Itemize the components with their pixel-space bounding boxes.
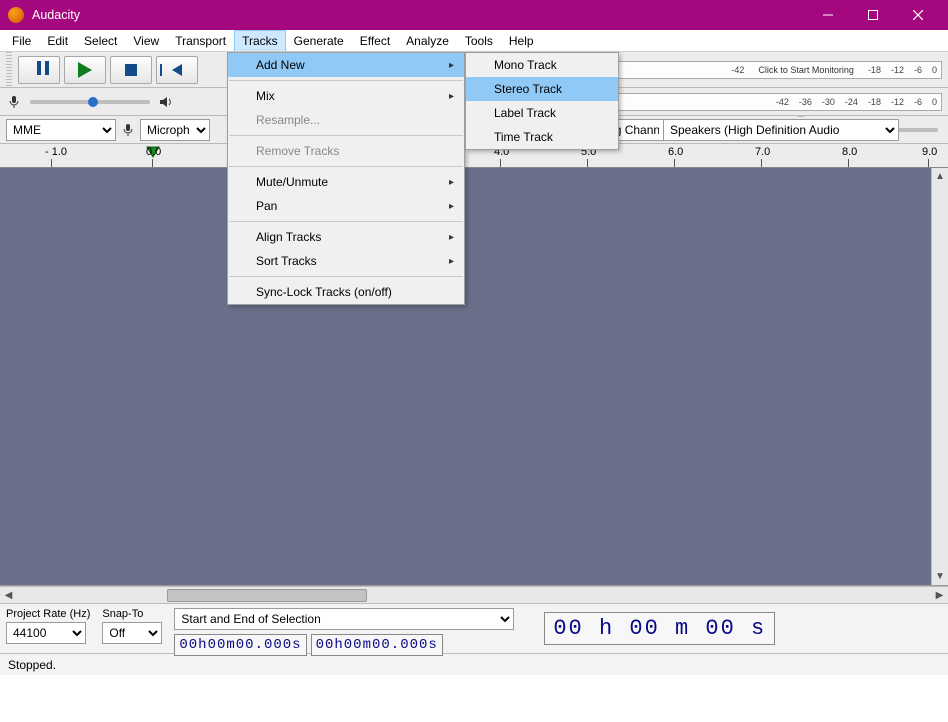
pause-icon	[37, 61, 41, 78]
tracks-menu[interactable]: Add New▸ Mix▸Resample... Remove Tracks Mute…	[227, 52, 465, 305]
mic-icon	[120, 122, 136, 138]
menu-item[interactable]: Sort Tracks▸	[228, 249, 464, 273]
scroll-down-icon[interactable]: ▼	[932, 568, 948, 585]
skip-start-icon	[172, 64, 182, 76]
selection-toolbar: Project Rate (Hz) 44100 Snap-To Off Star…	[0, 603, 948, 653]
selection-mode-select[interactable]: Start and End of Selection	[174, 608, 514, 630]
stop-icon	[125, 64, 137, 76]
menu-item[interactable]: Align Tracks▸	[228, 225, 464, 249]
window-title: Audacity	[32, 8, 805, 22]
audio-host-select[interactable]: MME	[6, 119, 116, 141]
menu-item: Remove Tracks	[228, 139, 464, 163]
recording-volume-slider[interactable]	[26, 100, 154, 104]
toolbar-grip[interactable]	[6, 52, 12, 87]
pause-button[interactable]	[18, 56, 60, 84]
statusbar: Stopped.	[0, 653, 948, 675]
project-rate-select[interactable]: 44100	[6, 622, 86, 644]
play-button[interactable]	[64, 56, 106, 84]
snap-to-select[interactable]: Off	[102, 622, 162, 644]
meter-tick: -18	[868, 65, 881, 75]
horizontal-scrollbar[interactable]: ◀ ▶	[0, 586, 948, 603]
scroll-up-icon[interactable]: ▲	[932, 168, 948, 185]
mic-icon	[6, 94, 22, 110]
meter-tick: -30	[822, 97, 835, 107]
ruler-tick: 6.0	[668, 146, 683, 158]
meter-tick: -12	[891, 97, 904, 107]
meter-tick: -12	[891, 65, 904, 75]
meter-tick: -6	[914, 97, 922, 107]
close-button[interactable]	[895, 0, 940, 30]
meter-prompt: Click to Start Monitoring	[758, 65, 854, 75]
ruler-tick: 7.0	[755, 146, 770, 158]
meter-tick: 0	[932, 97, 937, 107]
recording-device-select[interactable]: Microph	[140, 119, 210, 141]
menu-tracks[interactable]: Tracks	[234, 30, 286, 51]
meter-tick: -24	[845, 97, 858, 107]
play-icon	[78, 62, 92, 78]
menu-item[interactable]: Mono Track	[466, 53, 618, 77]
maximize-button[interactable]	[850, 0, 895, 30]
ruler-tick: 9.0	[922, 146, 937, 158]
menu-item[interactable]: Mix▸	[228, 84, 464, 108]
ruler-tick: 0.0	[146, 146, 161, 158]
recording-meter[interactable]: -42 Click to Start Monitoring -18 -12 -6…	[569, 61, 942, 79]
add-new-submenu[interactable]: Mono TrackStereo TrackLabel TrackTime Tr…	[465, 52, 619, 150]
skip-start-button[interactable]	[156, 56, 198, 84]
menu-item: Resample...	[228, 108, 464, 132]
menu-item[interactable]: Time Track	[466, 125, 618, 149]
menu-item[interactable]: Mute/Unmute▸	[228, 170, 464, 194]
menu-help[interactable]: Help	[501, 30, 542, 51]
menu-item[interactable]: Label Track	[466, 101, 618, 125]
audio-position-time[interactable]: 00 h 00 m 00 s	[544, 612, 775, 645]
menu-select[interactable]: Select	[76, 30, 125, 51]
meter-tick: 0	[932, 65, 937, 75]
menubar: FileEditSelectViewTransportTracksGenerat…	[0, 30, 948, 52]
menu-item[interactable]: Sync-Lock Tracks (on/off)	[228, 280, 464, 304]
playback-device-select[interactable]: Speakers (High Definition Audio	[663, 119, 899, 141]
meter-tick: -36	[799, 97, 812, 107]
menu-effect[interactable]: Effect	[352, 30, 398, 51]
project-rate-label: Project Rate (Hz)	[6, 608, 90, 620]
stop-button[interactable]	[110, 56, 152, 84]
minimize-button[interactable]	[805, 0, 850, 30]
meter-tick: -42	[731, 65, 744, 75]
menu-transport[interactable]: Transport	[167, 30, 234, 51]
titlebar: Audacity	[0, 0, 948, 30]
menu-analyze[interactable]: Analyze	[398, 30, 457, 51]
menu-edit[interactable]: Edit	[39, 30, 76, 51]
speaker-icon	[158, 94, 174, 110]
menu-generate[interactable]: Generate	[286, 30, 352, 51]
selection-start-time[interactable]: 00h00m00.000s	[174, 634, 306, 656]
scrollbar-thumb[interactable]	[167, 589, 367, 602]
scroll-right-icon[interactable]: ▶	[931, 587, 948, 603]
scroll-left-icon[interactable]: ◀	[0, 587, 17, 603]
meter-tick: -6	[914, 65, 922, 75]
tracks-area[interactable]: ▲ ▼	[0, 168, 948, 586]
ruler-tick: 8.0	[842, 146, 857, 158]
ruler-tick: - 1.0	[45, 146, 67, 158]
menu-view[interactable]: View	[125, 30, 167, 51]
menu-file[interactable]: File	[4, 30, 39, 51]
menu-tools[interactable]: Tools	[457, 30, 501, 51]
menu-item[interactable]: Pan▸	[228, 194, 464, 218]
status-text: Stopped.	[8, 658, 56, 672]
menu-item[interactable]: Stereo Track	[466, 77, 618, 101]
meter-tick: -18	[868, 97, 881, 107]
meter-tick: -42	[776, 97, 789, 107]
snap-to-label: Snap-To	[102, 608, 162, 620]
menu-item[interactable]: Add New▸	[228, 53, 464, 77]
app-icon	[8, 7, 24, 23]
selection-end-time[interactable]: 00h00m00.000s	[311, 634, 443, 656]
vertical-scrollbar[interactable]: ▲ ▼	[931, 168, 948, 585]
